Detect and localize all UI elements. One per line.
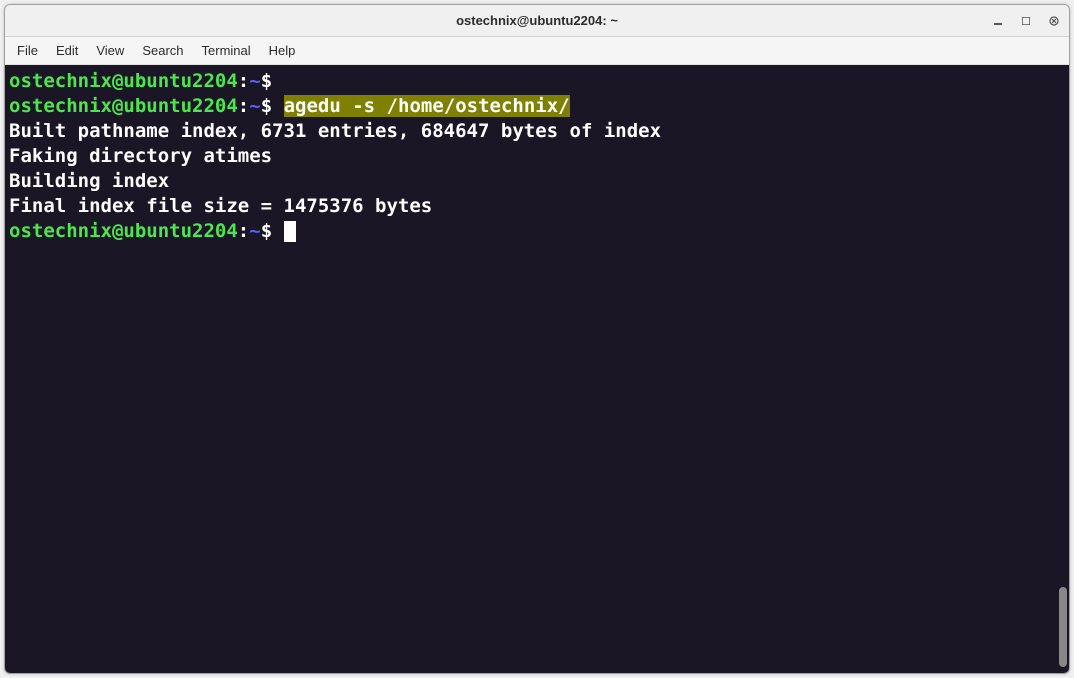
prompt-user: ostechnix [9, 95, 112, 117]
prompt-user: ostechnix [9, 220, 112, 242]
terminal-output-line: Faking directory atimes [9, 144, 1065, 169]
scrollbar[interactable] [1057, 65, 1069, 673]
titlebar: ostechnix@ubuntu2204: ~ [5, 5, 1069, 37]
prompt-space [272, 220, 283, 242]
prompt-path: ~ [249, 70, 260, 92]
menu-help[interactable]: Help [269, 43, 296, 58]
terminal-content[interactable]: ostechnix@ubuntu2204:~$ ostechnix@ubuntu… [5, 65, 1069, 244]
command-text: agedu -s /home/ostechnix/ [284, 95, 570, 117]
prompt-host: ubuntu2204 [123, 95, 237, 117]
prompt-path: ~ [249, 95, 260, 117]
menu-view[interactable]: View [96, 43, 124, 58]
terminal-window: ostechnix@ubuntu2204: ~ File Edit View S… [4, 4, 1070, 674]
prompt-at: @ [112, 70, 123, 92]
prompt-dollar: $ [261, 70, 272, 92]
scrollbar-thumb[interactable] [1059, 587, 1067, 667]
prompt-dollar: $ [261, 220, 272, 242]
menu-terminal[interactable]: Terminal [202, 43, 251, 58]
close-button[interactable] [1047, 14, 1061, 28]
terminal-output-line: Final index file size = 1475376 bytes [9, 194, 1065, 219]
prompt-colon: : [238, 70, 249, 92]
terminal-output-line: Building index [9, 169, 1065, 194]
terminal-line-prompt-cursor: ostechnix@ubuntu2204:~$ [9, 219, 1065, 244]
prompt-host: ubuntu2204 [123, 70, 237, 92]
cursor-block [284, 221, 296, 242]
prompt-at: @ [112, 220, 123, 242]
prompt-dollar: $ [261, 95, 272, 117]
maximize-button[interactable] [1019, 14, 1033, 28]
terminal-line-command: ostechnix@ubuntu2204:~$ agedu -s /home/o… [9, 94, 1065, 119]
menu-search[interactable]: Search [142, 43, 183, 58]
prompt-user: ostechnix [9, 70, 112, 92]
menubar: File Edit View Search Terminal Help [5, 37, 1069, 65]
terminal-line-prompt-empty: ostechnix@ubuntu2204:~$ [9, 69, 1065, 94]
terminal-output-line: Built pathname index, 6731 entries, 6846… [9, 119, 1065, 144]
prompt-path: ~ [249, 220, 260, 242]
window-controls [991, 14, 1061, 28]
menu-edit[interactable]: Edit [56, 43, 78, 58]
prompt-host: ubuntu2204 [123, 220, 237, 242]
terminal-area[interactable]: ostechnix@ubuntu2204:~$ ostechnix@ubuntu… [5, 65, 1069, 673]
prompt-space [272, 95, 283, 117]
prompt-at: @ [112, 95, 123, 117]
prompt-colon: : [238, 220, 249, 242]
prompt-colon: : [238, 95, 249, 117]
minimize-button[interactable] [991, 14, 1005, 28]
window-title: ostechnix@ubuntu2204: ~ [456, 13, 618, 28]
menu-file[interactable]: File [17, 43, 38, 58]
prompt-space [272, 70, 283, 92]
